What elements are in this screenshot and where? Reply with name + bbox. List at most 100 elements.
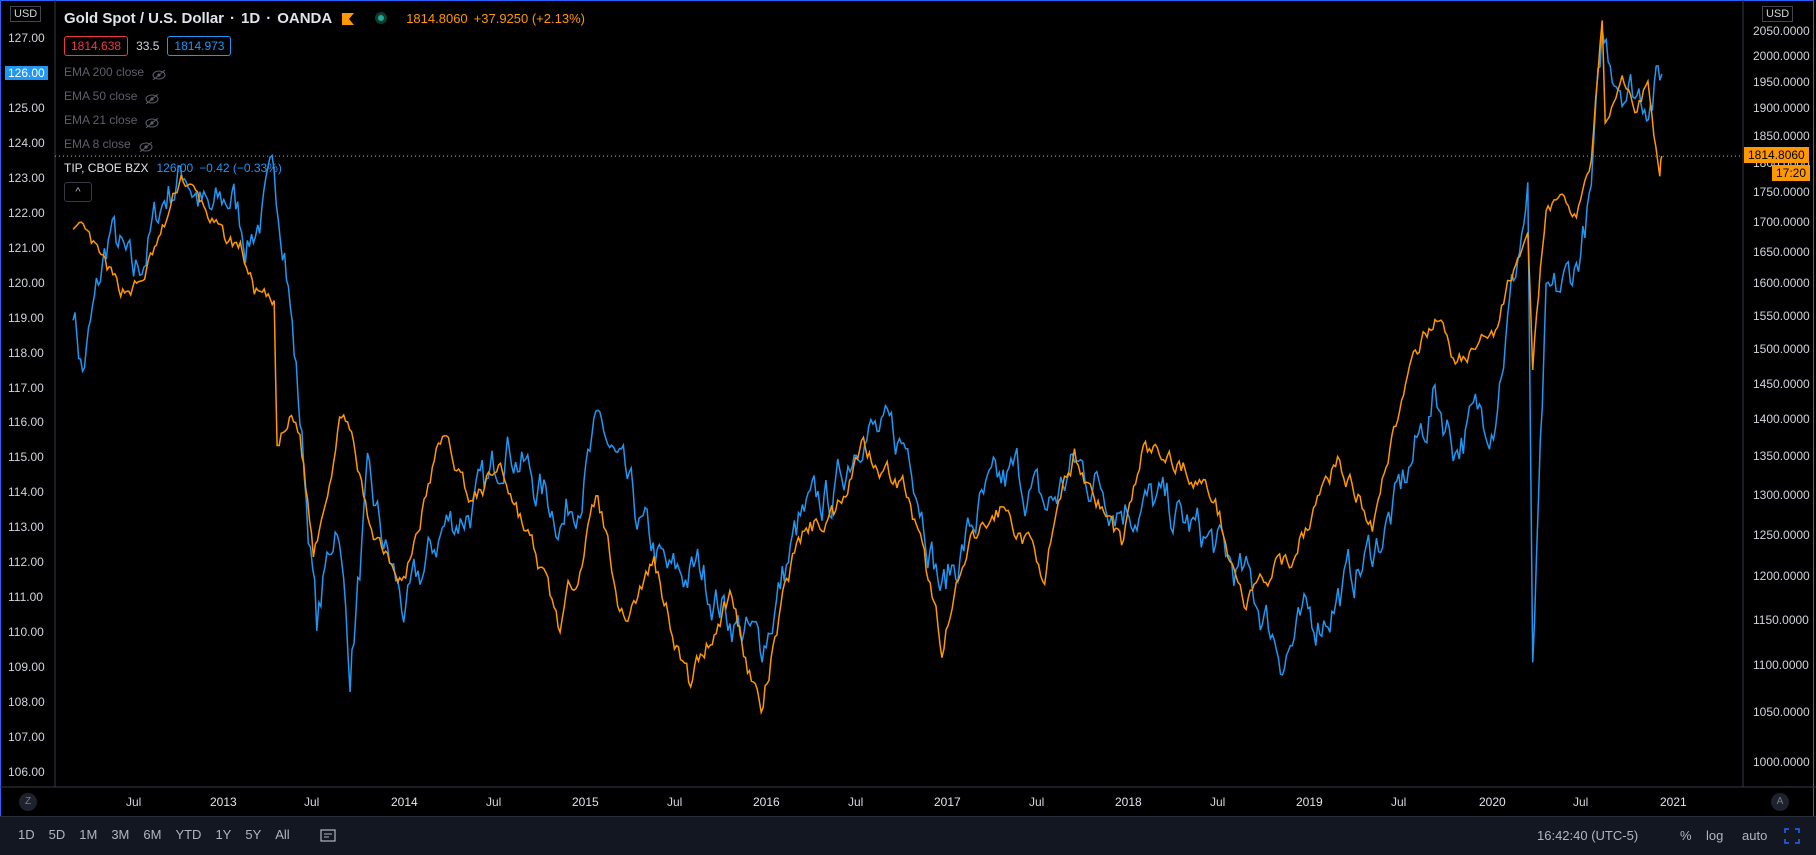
left-axis-tick: 126.00 [5, 65, 48, 80]
left-axis-tick: 125.00 [8, 100, 45, 115]
indicator-row[interactable]: EMA 50 close [64, 84, 585, 108]
eye-hidden-icon[interactable] [145, 115, 159, 129]
last-price: 1814.8060 [406, 10, 468, 26]
time-axis-tick: Jul [126, 795, 142, 809]
time-axis-tick: Jul [304, 795, 320, 809]
left-axis-tick: 119.00 [8, 310, 44, 325]
right-axis-tick: 1700.0000 [1753, 214, 1810, 229]
left-axis-tick: 117.00 [8, 380, 44, 395]
range-button[interactable]: 5Y [245, 827, 261, 842]
left-axis-tick: 124.00 [8, 135, 45, 150]
buy-price-button[interactable]: 1814.973 [167, 36, 232, 56]
auto-scale-toggle[interactable]: A [1771, 793, 1789, 811]
range-button[interactable]: 6M [143, 827, 161, 842]
right-axis-tick: 1650.0000 [1753, 245, 1810, 260]
log-toggle[interactable]: log [1706, 828, 1723, 843]
left-axis-tick: 127.00 [8, 31, 45, 45]
date-range-icon[interactable] [320, 828, 336, 847]
clock-readout[interactable]: 16:42:40 (UTC-5) [1537, 828, 1638, 843]
left-axis-tick: 122.00 [8, 205, 45, 220]
price-label: 1814.8060 [1744, 147, 1809, 164]
right-axis-tick: 1750.0000 [1753, 185, 1810, 200]
time-axis-tick: 2014 [391, 795, 418, 809]
legend-separator: · [266, 9, 272, 27]
indicator-row[interactable]: EMA 21 close [64, 108, 585, 132]
left-axis-tick: 114.00 [8, 485, 44, 500]
range-button[interactable]: All [275, 827, 289, 842]
right-axis-tick: 1150.0000 [1753, 612, 1809, 627]
left-axis-tick: 120.00 [8, 275, 45, 290]
eye-hidden-icon[interactable] [139, 139, 153, 153]
collapse-legend-button[interactable]: ^ [64, 182, 92, 202]
interval-label[interactable]: 1D [241, 10, 260, 27]
range-button[interactable]: YTD [175, 827, 201, 842]
left-axis-tick: 108.00 [8, 695, 45, 710]
left-axis-tick: 121.00 [8, 240, 45, 255]
left-axis-tick: 112.00 [8, 555, 44, 570]
indicator-row[interactable]: EMA 200 close [64, 60, 585, 84]
left-currency-label[interactable]: USD [10, 6, 42, 22]
symbol-name[interactable]: Gold Spot / U.S. Dollar [64, 10, 224, 27]
left-axis-tick: 110.00 [8, 625, 44, 640]
right-axis-tick: 1400.0000 [1753, 412, 1810, 427]
legend-separator: · [230, 9, 236, 27]
indicator-label: EMA 200 close [64, 65, 145, 79]
time-axis-tick: Jul [1391, 795, 1407, 809]
right-axis-tick: 1350.0000 [1753, 449, 1810, 464]
compare-symbol[interactable]: TIP, CBOE BZX [64, 161, 148, 175]
time-axis-tick: 2017 [934, 795, 961, 809]
time-axis-tick: 2013 [210, 795, 237, 809]
left-axis-tick: 118.00 [8, 345, 44, 360]
eye-hidden-icon[interactable] [152, 67, 166, 81]
time-axis-tick: 2018 [1115, 795, 1142, 809]
market-status-icon [374, 11, 388, 25]
right-axis-tick: 1000.0000 [1753, 755, 1810, 769]
right-axis-tick: 1450.0000 [1753, 376, 1810, 391]
percent-toggle[interactable]: % [1680, 828, 1692, 843]
compare-change: −0.42 (−0.33%) [199, 161, 282, 175]
price-change: +37.9250 (+2.13%) [473, 10, 585, 26]
right-axis-tick: 1850.0000 [1753, 128, 1810, 143]
left-axis-tick: 107.00 [8, 730, 45, 744]
time-axis-tick: 2016 [753, 795, 780, 809]
time-axis-tick: 2019 [1296, 795, 1323, 809]
range-button[interactable]: 5D [49, 827, 66, 842]
right-currency-label[interactable]: USD [1762, 6, 1794, 22]
range-button[interactable]: 1M [79, 827, 97, 842]
range-button[interactable]: 1Y [215, 827, 231, 842]
right-axis-tick: 1900.0000 [1753, 101, 1810, 116]
eye-hidden-icon[interactable] [145, 91, 159, 105]
range-button[interactable]: 1D [18, 827, 35, 842]
time-axis-tick: Jul [486, 795, 502, 809]
indicator-row[interactable]: EMA 8 close [64, 132, 585, 156]
right-axis-tick: 1250.0000 [1753, 527, 1810, 542]
bar-countdown: 17:20 [1772, 165, 1811, 182]
compare-value: 126.00 [156, 161, 194, 175]
left-axis-tick: 123.00 [8, 170, 45, 185]
bottom-toolbar: 1D 5D 1M 3M 6M YTD 1Y 5Y All 16:42:40 (UTC-5) % … [0, 816, 1816, 855]
time-axis-tick: Jul [1573, 795, 1589, 809]
indicator-label: EMA 21 close [64, 113, 138, 127]
right-axis-tick: 1300.0000 [1753, 487, 1810, 502]
right-axis-tick: 2050.0000 [1753, 24, 1810, 38]
right-axis-tick: 1200.0000 [1753, 569, 1810, 584]
auto-toggle[interactable]: auto [1742, 828, 1767, 843]
range-button[interactable]: 3M [111, 827, 129, 842]
left-axis-tick: 106.00 [8, 764, 45, 779]
fullscreen-icon[interactable] [1784, 828, 1800, 849]
left-axis-tick: 109.00 [8, 660, 45, 675]
right-axis-tick: 1500.0000 [1753, 342, 1810, 357]
flag-icon[interactable] [342, 12, 355, 25]
time-axis-tick: 2015 [572, 795, 599, 809]
time-axis-tick: Jul [848, 795, 864, 809]
spread-value: 33.5 [136, 39, 160, 53]
right-axis-tick: 1600.0000 [1753, 276, 1810, 291]
sell-price-button[interactable]: 1814.638 [64, 36, 129, 56]
right-axis-tick: 1550.0000 [1753, 308, 1810, 323]
right-axis-tick: 1950.0000 [1753, 74, 1810, 89]
left-scale-toggle[interactable]: Z [19, 793, 37, 811]
left-axis-tick: 113.00 [8, 520, 44, 535]
time-axis-tick: 2020 [1479, 795, 1506, 809]
right-axis-tick: 1050.0000 [1753, 705, 1810, 720]
left-axis-tick: 115.00 [8, 450, 44, 465]
